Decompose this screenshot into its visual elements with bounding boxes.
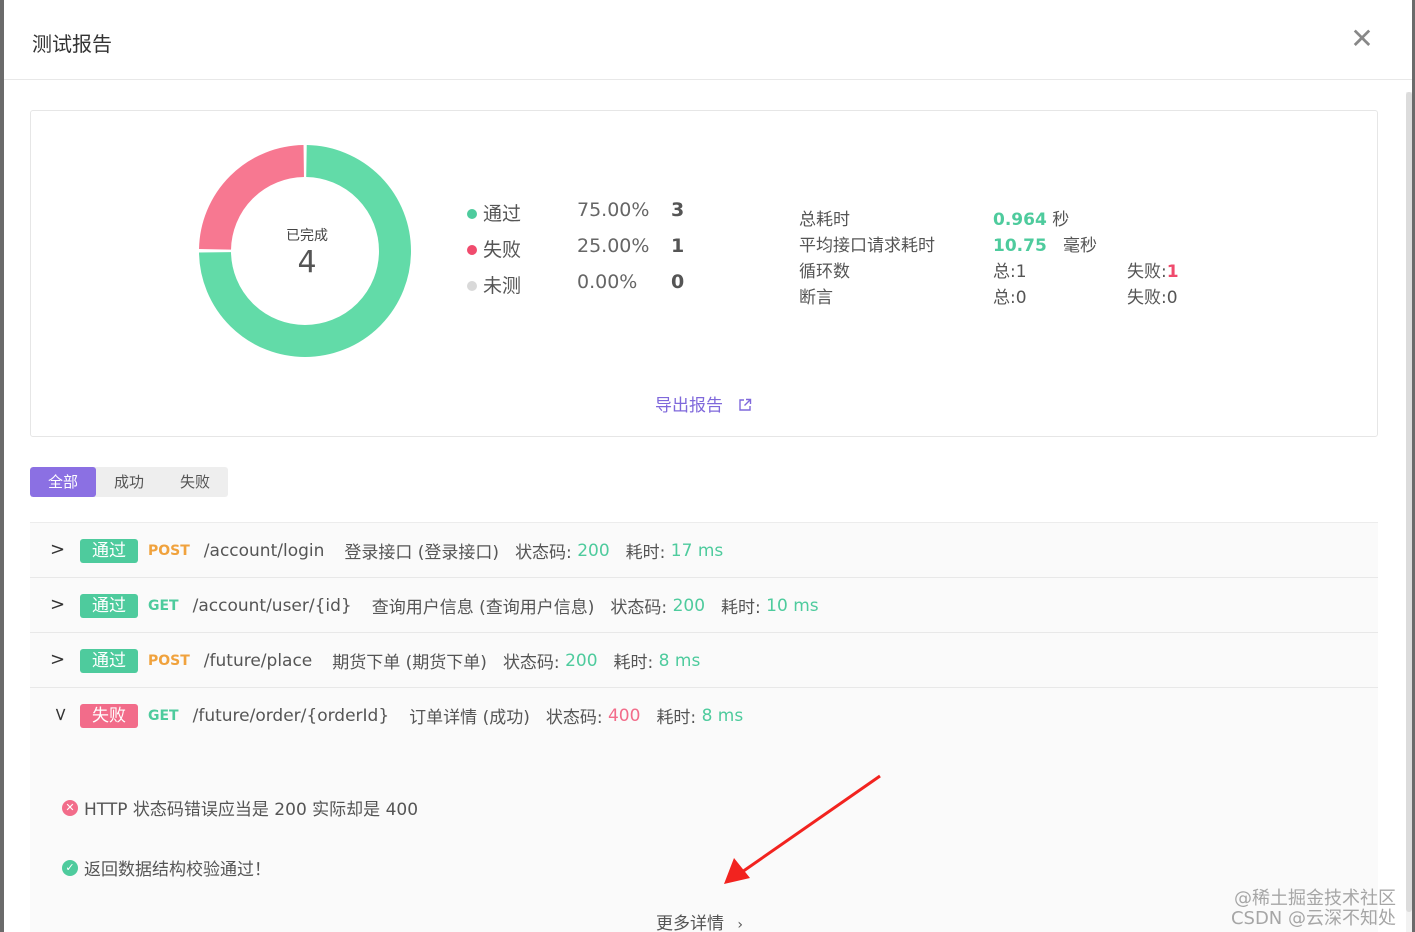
request-detail-panel: ✕ HTTP 状态码错误应当是 200 实际却是 400 ✓ 返回数据结构校验通… xyxy=(30,743,1378,932)
legend-pct: 25.00% xyxy=(577,235,650,257)
chevron-right-icon[interactable]: > xyxy=(50,650,66,670)
status-code: 200 xyxy=(565,650,598,671)
request-path: /account/user/{id} xyxy=(192,595,352,616)
loop-fail: 失败:1 xyxy=(1127,257,1179,282)
filter-fail[interactable]: 失败 xyxy=(162,467,228,497)
scrollbar-thumb[interactable] xyxy=(1406,92,1412,912)
completed-count: 4 xyxy=(297,245,317,280)
total-time-label: 总耗时 xyxy=(799,210,850,230)
assertion-failed: ✕ HTTP 状态码错误应当是 200 实际却是 400 xyxy=(62,795,418,820)
modal-header: 测试报告 ✕ xyxy=(4,0,1412,80)
avg-time-number: 10.75 xyxy=(993,236,1047,256)
status-badge: 通过 xyxy=(80,538,138,563)
status-code: 200 xyxy=(577,540,610,561)
http-method: GET xyxy=(148,597,179,614)
filter-success[interactable]: 成功 xyxy=(96,467,162,497)
status-code-label: 状态码: xyxy=(502,653,560,673)
status-badge: 通过 xyxy=(80,648,138,673)
check-circle-icon: ✓ xyxy=(62,859,78,876)
total-time-value: 0.964 秒 xyxy=(993,205,1069,230)
chevron-down-icon[interactable]: > xyxy=(50,707,71,723)
legend-label: 通过 xyxy=(483,203,522,225)
chevron-right-icon[interactable]: > xyxy=(50,595,66,615)
status-code-label: 状态码: xyxy=(515,543,572,563)
request-row[interactable]: > 通过 POST /account/login 登录接口 (登录接口) 状态码… xyxy=(30,523,1378,578)
export-report-label: 导出报告 xyxy=(655,396,723,416)
request-path: /future/order/{orderId} xyxy=(192,705,390,726)
http-method: POST xyxy=(148,542,190,559)
status-code: 200 xyxy=(672,595,706,616)
status-badge: 通过 xyxy=(80,593,138,618)
loop-label: 循环数 xyxy=(799,262,850,282)
chevron-right-icon: › xyxy=(737,917,744,932)
external-link-icon xyxy=(739,398,752,411)
close-icon[interactable]: ✕ xyxy=(1348,24,1376,54)
http-method: GET xyxy=(148,707,179,724)
loop-total: 总:1 xyxy=(993,262,1027,282)
request-name: 登录接口 (登录接口) xyxy=(344,543,500,563)
request-row[interactable]: > 通过 GET /account/user/{id} 查询用户信息 (查询用户… xyxy=(30,578,1378,633)
elapsed-time: 8 ms xyxy=(701,705,744,726)
avg-time-unit: 毫秒 xyxy=(1063,236,1097,256)
http-method: POST xyxy=(148,652,190,669)
summary-panel: 已完成 4 通过 75.00% 3 失败 25.00% 1 未测 0.00% 0… xyxy=(30,110,1378,437)
request-path: /future/place xyxy=(203,650,313,671)
legend-label: 失败 xyxy=(483,239,522,261)
loop-fail-label: 失败: xyxy=(1127,262,1167,282)
total-time-unit: 秒 xyxy=(1052,210,1070,230)
status-badge: 失败 xyxy=(80,703,138,728)
elapsed-time: 17 ms xyxy=(670,540,724,561)
request-row[interactable]: > 通过 POST /future/place 期货下单 (期货下单) 状态码:… xyxy=(30,633,1378,688)
watermark-csdn: CSDN @云深不知处 xyxy=(1230,908,1396,929)
export-report-link[interactable]: 导出报告 xyxy=(655,391,752,416)
assert-label: 断言 xyxy=(799,288,833,308)
legend-fail-dot xyxy=(467,245,477,255)
request-name: 查询用户信息 (查询用户信息) xyxy=(371,598,595,618)
scrollbar[interactable] xyxy=(1406,92,1412,932)
elapsed-label: 耗时: xyxy=(613,653,654,673)
status-code-label: 状态码: xyxy=(610,598,668,618)
avg-time-label: 平均接口请求耗时 xyxy=(799,236,935,256)
legend-count: 1 xyxy=(671,235,685,257)
request-name: 订单详情 (成功) xyxy=(409,708,530,728)
elapsed-time: 8 ms xyxy=(658,650,701,671)
report-modal: 测试报告 ✕ 已完成 4 通过 75.00% 3 失败 25.00% 1 未测 … xyxy=(4,0,1412,932)
elapsed-label: 耗时: xyxy=(656,708,697,728)
total-time-number: 0.964 xyxy=(993,210,1047,230)
modal-title: 测试报告 xyxy=(32,32,112,56)
legend-pass-dot xyxy=(467,209,477,219)
legend-count: 3 xyxy=(671,199,685,221)
legend-pct: 0.00% xyxy=(577,271,638,293)
assertion-passed-text: 返回数据结构校验通过！ xyxy=(84,860,271,880)
filter-all[interactable]: 全部 xyxy=(30,467,96,497)
error-circle-icon: ✕ xyxy=(62,799,78,816)
request-list: > 通过 POST /account/login 登录接口 (登录接口) 状态码… xyxy=(30,522,1378,932)
status-code: 400 xyxy=(607,705,641,726)
assert-total: 总:0 xyxy=(993,288,1027,308)
status-code-label: 状态码: xyxy=(545,708,603,728)
legend-pct: 75.00% xyxy=(577,199,650,221)
request-row-expanded[interactable]: > 失败 GET /future/order/{orderId} 订单详情 (成… xyxy=(30,688,1378,743)
assert-fail: 失败:0 xyxy=(1127,288,1178,308)
elapsed-time: 10 ms xyxy=(766,595,819,616)
request-name: 期货下单 (期货下单) xyxy=(332,653,487,673)
elapsed-label: 耗时: xyxy=(625,543,666,563)
loop-fail-value: 1 xyxy=(1166,262,1179,282)
more-details-link[interactable]: 更多详情 › xyxy=(656,909,743,932)
avg-time-value: 10.75 毫秒 xyxy=(993,231,1097,256)
legend-label: 未测 xyxy=(483,275,522,297)
more-details-label: 更多详情 xyxy=(656,914,724,932)
legend-untested-dot xyxy=(467,281,477,291)
assertion-passed: ✓ 返回数据结构校验通过！ xyxy=(62,855,271,880)
chevron-right-icon[interactable]: > xyxy=(50,540,66,560)
result-filter-tabs: 全部 成功 失败 xyxy=(30,467,228,497)
legend-count: 0 xyxy=(671,271,685,293)
completed-label: 已完成 xyxy=(286,228,328,244)
request-path: /account/login xyxy=(203,540,325,561)
elapsed-label: 耗时: xyxy=(721,598,761,618)
assertion-failed-text: HTTP 状态码错误应当是 200 实际却是 400 xyxy=(84,800,419,820)
